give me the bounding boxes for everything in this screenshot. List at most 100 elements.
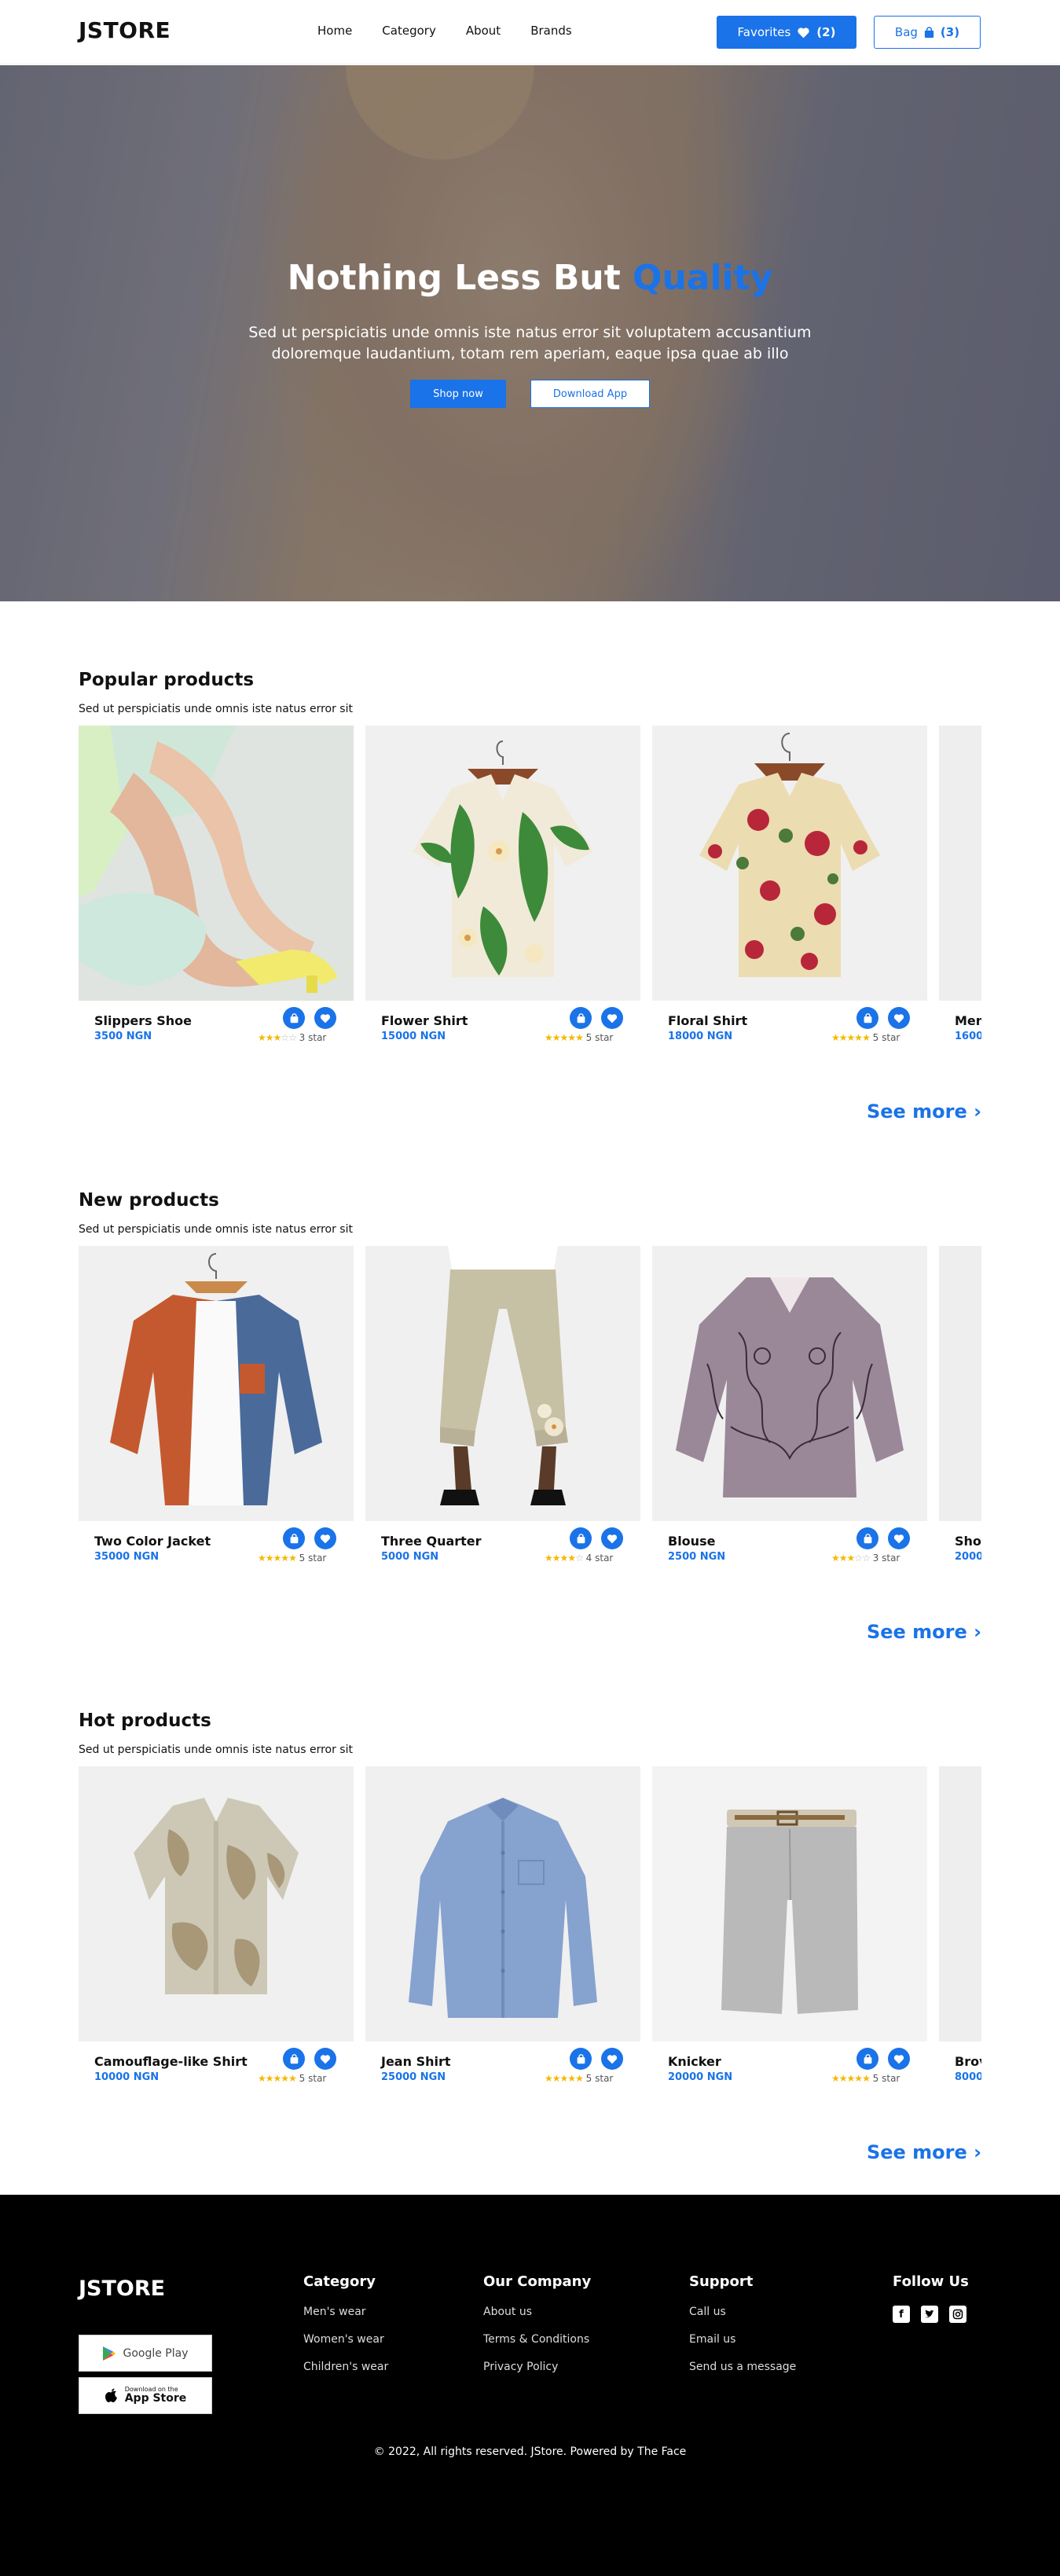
see-more-link[interactable]: See more › — [867, 1621, 981, 1643]
product-rating: ★★★★★ 5 star — [545, 2073, 613, 2084]
product-image[interactable] — [939, 1766, 981, 2041]
section-popular-products: Popular products Sed ut perspiciatis unde… — [79, 670, 981, 1141]
footer-link-send-message[interactable]: Send us a message — [689, 2361, 796, 2373]
nav-about[interactable]: About — [466, 24, 501, 38]
product-card[interactable]: Sho 2000 — [939, 1246, 981, 1563]
product-image[interactable] — [939, 1246, 981, 1521]
heart-icon — [607, 1013, 618, 1023]
product-card[interactable]: Brov 8000 — [939, 1766, 981, 2083]
twitter-icon[interactable] — [921, 2306, 938, 2323]
nav-category[interactable]: Category — [382, 24, 436, 38]
product-name[interactable]: Camouflage-like Shirt — [94, 2054, 248, 2069]
product-image[interactable] — [939, 726, 981, 1001]
add-to-bag-button[interactable] — [283, 2048, 305, 2070]
add-to-bag-button[interactable] — [283, 1527, 305, 1549]
product-name[interactable]: Knicker — [668, 2054, 721, 2069]
product-card[interactable]: Slippers Shoe 3500 NGN ★★★☆☆ 3 star — [79, 726, 354, 1043]
product-image[interactable] — [652, 1246, 927, 1521]
add-to-favorites-button[interactable] — [888, 2048, 910, 2070]
product-image[interactable] — [652, 1766, 927, 2041]
add-to-favorites-button[interactable] — [314, 1007, 336, 1029]
chevron-right-icon: › — [974, 2141, 981, 2163]
star-filled-icon: ★ — [567, 2073, 576, 2084]
instagram-icon[interactable] — [949, 2306, 966, 2323]
footer-link-call-us[interactable]: Call us — [689, 2306, 796, 2318]
star-filled-icon: ★ — [552, 1032, 561, 1043]
favorites-button[interactable]: Favorites (2) — [717, 16, 856, 49]
see-more-link[interactable]: See more › — [867, 1101, 981, 1123]
add-to-favorites-button[interactable] — [601, 2048, 623, 2070]
google-play-button[interactable]: Google Play — [79, 2335, 212, 2372]
footer-logo[interactable]: JSTORE — [79, 2277, 165, 2301]
add-to-favorites-button[interactable] — [601, 1527, 623, 1549]
star-filled-icon: ★ — [831, 1553, 840, 1564]
footer-link-childrens-wear[interactable]: Children's wear — [303, 2361, 388, 2373]
product-image[interactable] — [79, 1246, 354, 1521]
product-card[interactable]: Three Quarter 5000 NGN ★★★★☆ 4 star — [365, 1246, 640, 1564]
product-name[interactable]: Three Quarter — [381, 1534, 482, 1549]
shop-now-button[interactable]: Shop now — [410, 380, 506, 408]
product-image[interactable] — [79, 1766, 354, 2041]
product-name[interactable]: Two Color Jacket — [94, 1534, 211, 1549]
product-image[interactable] — [365, 1766, 640, 2041]
footer-link-womens-wear[interactable]: Women's wear — [303, 2333, 388, 2346]
product-name[interactable]: Blouse — [668, 1534, 715, 1549]
product-image[interactable] — [652, 726, 927, 1001]
product-name[interactable]: Slippers Shoe — [94, 1013, 192, 1028]
product-card[interactable]: Men 1600 — [939, 726, 981, 1042]
footer-link-mens-wear[interactable]: Men's wear — [303, 2306, 388, 2318]
product-image[interactable] — [79, 726, 354, 1001]
footer-link-privacy[interactable]: Privacy Policy — [483, 2361, 591, 2373]
product-price: 10000 NGN — [94, 2071, 160, 2083]
download-app-button[interactable]: Download App — [530, 380, 650, 408]
add-to-favorites-button[interactable] — [314, 1527, 336, 1549]
footer-link-about-us[interactable]: About us — [483, 2306, 591, 2318]
star-empty-icon: ☆ — [862, 1553, 871, 1564]
product-name[interactable]: Brov — [955, 2054, 981, 2069]
bag-button[interactable]: Bag (3) — [874, 16, 981, 49]
product-card[interactable]: Flower Shirt 15000 NGN ★★★★★ 5 star — [365, 726, 640, 1043]
product-card[interactable]: Floral Shirt 18000 NGN ★★★★★ 5 star — [652, 726, 927, 1043]
add-to-bag-button[interactable] — [856, 2048, 878, 2070]
add-to-favorites-button[interactable] — [888, 1527, 910, 1549]
add-to-bag-button[interactable] — [570, 1527, 592, 1549]
add-to-favorites-button[interactable] — [601, 1007, 623, 1029]
product-name[interactable]: Jean Shirt — [381, 2054, 451, 2069]
product-card[interactable]: Jean Shirt 25000 NGN ★★★★★ 5 star — [365, 1766, 640, 2084]
star-filled-icon: ★ — [575, 1032, 584, 1043]
product-card[interactable]: Blouse 2500 NGN ★★★☆☆ 3 star — [652, 1246, 927, 1564]
product-image[interactable] — [365, 726, 640, 1001]
nav-home[interactable]: Home — [317, 24, 352, 38]
logo[interactable]: JSTORE — [79, 17, 171, 43]
star-filled-icon: ★ — [559, 1553, 569, 1564]
product-name[interactable]: Men — [955, 1013, 981, 1028]
section-subtitle: Sed ut perspiciatis unde omnis iste natu… — [79, 1744, 353, 1756]
add-to-bag-button[interactable] — [856, 1527, 878, 1549]
product-image[interactable] — [365, 1246, 640, 1521]
add-to-bag-button[interactable] — [856, 1007, 878, 1029]
star-filled-icon: ★ — [545, 2073, 553, 2084]
footer-link-terms[interactable]: Terms & Conditions — [483, 2333, 591, 2346]
see-more-link[interactable]: See more › — [867, 2141, 981, 2163]
shopping-bag-icon — [290, 1533, 298, 1543]
footer-link-email-us[interactable]: Email us — [689, 2333, 796, 2346]
product-name[interactable]: Sho — [955, 1534, 981, 1549]
facebook-icon[interactable]: f — [893, 2306, 910, 2323]
product-name[interactable]: Floral Shirt — [668, 1013, 747, 1028]
app-store-button[interactable]: Download on the App Store — [79, 2377, 212, 2414]
add-to-bag-button[interactable] — [570, 2048, 592, 2070]
nav-brands[interactable]: Brands — [530, 24, 572, 38]
product-name[interactable]: Flower Shirt — [381, 1013, 468, 1028]
add-to-bag-button[interactable] — [283, 1007, 305, 1029]
product-card[interactable]: Two Color Jacket 35000 NGN ★★★★★ 5 star — [79, 1246, 354, 1564]
section-title: Hot products — [79, 1711, 211, 1731]
product-card[interactable]: Knicker 20000 NGN ★★★★★ 5 star — [652, 1766, 927, 2084]
app-store-text: Download on the App Store — [125, 2386, 187, 2405]
shopping-bag-icon — [864, 1533, 871, 1543]
add-to-favorites-button[interactable] — [888, 1007, 910, 1029]
star-filled-icon: ★ — [831, 1032, 840, 1043]
product-card[interactable]: Camouflage-like Shirt 10000 NGN ★★★★★ 5 st… — [79, 1766, 354, 2084]
add-to-bag-button[interactable] — [570, 1007, 592, 1029]
product-rating: ★★★★★ 5 star — [258, 2073, 326, 2084]
add-to-favorites-button[interactable] — [314, 2048, 336, 2070]
